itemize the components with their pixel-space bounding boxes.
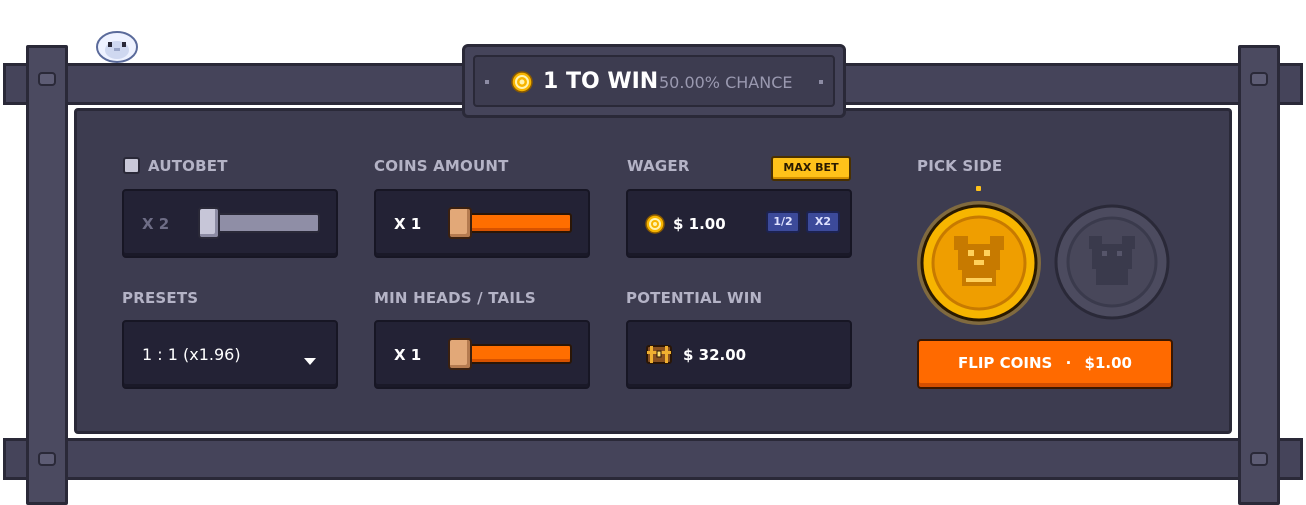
autobet-multiplier-slider[interactable]: X 2: [122, 189, 338, 258]
presets-selected: 1 : 1 (x1.96): [142, 345, 241, 364]
bear-coin-icon: [1054, 204, 1170, 320]
flip-coins-button[interactable]: FLIP COINS · $1.00: [917, 339, 1173, 389]
min-heads-tails-label: MIN HEADS / TAILS: [374, 289, 536, 307]
bolt: [38, 72, 56, 86]
selected-indicator: [976, 186, 981, 191]
right-post: [1238, 45, 1280, 505]
bear-coin-icon: [917, 201, 1041, 325]
autobet-checkbox[interactable]: [123, 157, 140, 174]
coins-amount-label: COINS AMOUNT: [374, 157, 509, 175]
slider-track[interactable]: [464, 344, 572, 364]
slider-handle[interactable]: [448, 207, 472, 239]
bolt: [1250, 72, 1268, 86]
half-wager-button[interactable]: 1/2: [766, 211, 800, 233]
rivet: [819, 80, 823, 84]
odds-label: 1 TO WIN: [543, 69, 659, 94]
flip-coins-amount: $1.00: [1084, 354, 1132, 372]
odds-header-inner: 1 TO WIN 50.00% CHANCE: [473, 55, 835, 107]
potential-win-amount: $ 32.00: [683, 346, 747, 364]
flip-coins-separator: ·: [1065, 354, 1072, 372]
coin-icon: [511, 71, 533, 93]
min-heads-tails-slider[interactable]: X 1: [374, 320, 590, 389]
max-bet-button[interactable]: MAX BET: [771, 156, 851, 181]
bottom-rail: [3, 438, 1303, 480]
coins-amount-value: X 1: [394, 215, 422, 233]
silver-coin-side[interactable]: [1053, 203, 1171, 321]
slider-handle[interactable]: [448, 338, 472, 370]
coins-amount-slider[interactable]: X 1: [374, 189, 590, 258]
gold-coin-side[interactable]: [916, 200, 1042, 326]
odds-header: 1 TO WIN 50.00% CHANCE: [462, 44, 846, 118]
pick-side-label: PICK SIDE: [917, 157, 1003, 175]
bolt: [38, 452, 56, 466]
presets-dropdown[interactable]: 1 : 1 (x1.96): [122, 320, 338, 389]
slider-handle[interactable]: [198, 207, 220, 239]
mascot-icon: [95, 28, 139, 64]
wager-amount: $ 1.00: [673, 215, 726, 233]
chance-label: 50.00% CHANCE: [659, 73, 793, 92]
autobet-multiplier-value: X 2: [142, 215, 170, 233]
chevron-down-icon: [304, 351, 316, 365]
coin-icon: [645, 214, 665, 234]
left-post: [26, 45, 68, 505]
min-heads-tails-value: X 1: [394, 346, 422, 364]
potential-win-label: POTENTIAL WIN: [626, 289, 763, 307]
presets-label: PRESETS: [122, 289, 199, 307]
bolt: [1250, 452, 1268, 466]
potential-win-field: $ 32.00: [626, 320, 852, 389]
wager-field[interactable]: $ 1.00 1/2 X2: [626, 189, 852, 258]
wager-label: WAGER: [627, 157, 690, 175]
slider-track[interactable]: [464, 213, 572, 233]
slider-track[interactable]: [216, 213, 320, 233]
double-wager-button[interactable]: X2: [806, 211, 840, 233]
rivet: [485, 80, 489, 84]
autobet-label: AUTOBET: [148, 157, 228, 175]
treasure-chest-icon: [645, 343, 673, 365]
flip-coins-label: FLIP COINS: [958, 354, 1053, 372]
